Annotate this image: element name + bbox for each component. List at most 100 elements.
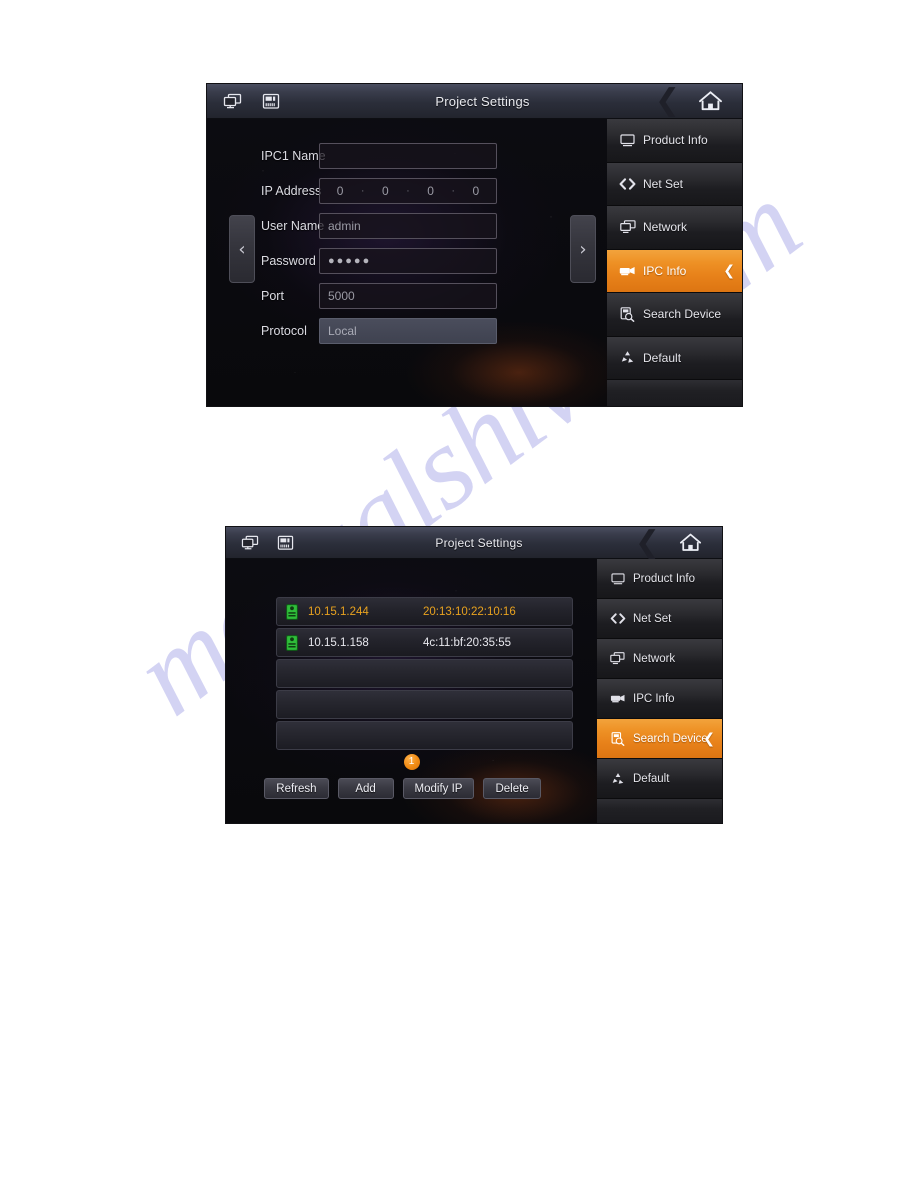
recycle-icon [619, 350, 636, 365]
home-icon[interactable] [678, 84, 742, 118]
search-device-icon [609, 731, 626, 746]
ip-octet-1[interactable]: 0 [337, 184, 344, 198]
sidebar-item-net-set[interactable]: Net Set [607, 162, 742, 206]
modify-ip-button[interactable]: Modify IP [402, 778, 475, 799]
sidebar-label: Default [633, 772, 670, 785]
device-ip: 10.15.1.158 [308, 636, 369, 649]
title-bar-right: ❮ [635, 527, 722, 558]
label-ip-address: IP Address [261, 183, 322, 198]
sidebar-item-ipc-info[interactable]: IPC Info ❮ [607, 249, 742, 293]
form-row-password: Password ●●●●● [207, 243, 607, 278]
title-bar-right: ❮ [655, 84, 742, 118]
label-password: Password [261, 253, 316, 268]
table-row[interactable]: 10.15.1.244 20:13:10:22:10:16 [276, 597, 573, 626]
device-screenshot-search-device: Project Settings ❮ 10.15.1.244 20:13:10:… [226, 527, 722, 823]
sidebar-label: Network [643, 220, 688, 235]
form-row-user-name: User Name admin [207, 208, 607, 243]
ip-octet-4[interactable]: 0 [473, 184, 480, 198]
network-icon [619, 220, 636, 235]
form-row-ipc-name: IPC1 Name [207, 138, 607, 173]
page-title: Project Settings [435, 535, 523, 550]
camera-icon [609, 691, 626, 706]
device-online-icon [286, 603, 298, 620]
prev-page-button[interactable]: ‹ [229, 215, 255, 283]
sidebar-item-product-info[interactable]: Product Info [607, 119, 742, 163]
form-row-ip-address: IP Address 0 · 0 · 0 · 0 [207, 173, 607, 208]
sidebar-label: IPC Info [643, 263, 687, 278]
device-ip: 10.15.1.244 [308, 605, 369, 618]
device-panel-icon[interactable] [255, 84, 287, 118]
sidebar-item-network[interactable]: Network [597, 639, 722, 679]
refresh-button[interactable]: Refresh [264, 778, 329, 799]
monitor-icon [609, 571, 626, 586]
port-input[interactable]: 5000 [319, 282, 497, 309]
chevron-left-icon: ❮ [654, 84, 680, 118]
sidebar-item-ipc-info[interactable]: IPC Info [597, 679, 722, 719]
sidebar-filler [597, 799, 722, 823]
page-root: manualshive.com Project Settings ❮ ‹ › I… [0, 0, 918, 1188]
sidebar-filler [607, 380, 742, 406]
ip-octet-2[interactable]: 0 [382, 184, 389, 198]
sidebar-item-search-device[interactable]: Search Device ❮ [597, 719, 722, 759]
device-online-icon [286, 634, 298, 651]
search-device-icon [619, 306, 636, 322]
page-title: Project Settings [435, 93, 530, 109]
code-brackets-icon [619, 176, 636, 191]
page-indicator[interactable]: 1 [403, 754, 420, 770]
table-row[interactable] [276, 690, 573, 719]
ip-address-input[interactable]: 0 · 0 · 0 · 0 [319, 177, 497, 204]
sidebar-item-search-device[interactable]: Search Device [607, 293, 742, 337]
sidebar-label: Search Device [643, 307, 722, 322]
password-masked-value: ●●●●● [328, 254, 372, 267]
sidebar-label: Search Device [633, 732, 708, 745]
panel-body: ‹ › IPC1 Name IP Address 0 · 0 · 0 · 0 U… [207, 119, 742, 406]
title-bar: Project Settings ❮ [207, 84, 742, 119]
network-icon [609, 651, 626, 666]
ipc-form-area: ‹ › IPC1 Name IP Address 0 · 0 · 0 · 0 U… [207, 119, 607, 406]
label-ipc-name: IPC1 Name [261, 148, 326, 163]
ip-separator: · [360, 184, 365, 197]
multi-screen-icon[interactable] [216, 84, 248, 118]
device-screenshot-ipc-info: Project Settings ❮ ‹ › IPC1 Name IP Addr… [207, 84, 742, 406]
sidebar-label: Network [633, 652, 676, 665]
table-row[interactable] [276, 721, 573, 750]
search-device-area: 10.15.1.244 20:13:10:22:10:16 10.15.1.15… [226, 559, 597, 823]
table-row[interactable] [276, 659, 573, 688]
device-panel-icon[interactable] [271, 527, 300, 558]
table-row[interactable]: 10.15.1.158 4c:11:bf:20:35:55 [276, 628, 573, 657]
form-row-port: Port 5000 [207, 278, 607, 313]
user-name-input[interactable]: admin [319, 212, 497, 239]
chevron-left-icon: ❮ [634, 527, 660, 560]
next-page-button[interactable]: › [570, 215, 596, 283]
form-row-protocol: Protocol Local [207, 313, 607, 348]
sidebar-label: Product Info [643, 133, 708, 148]
panel-body: 10.15.1.244 20:13:10:22:10:16 10.15.1.15… [226, 559, 722, 823]
sidebar-label: Net Set [633, 612, 672, 625]
device-mac: 20:13:10:22:10:16 [423, 605, 516, 618]
delete-button[interactable]: Delete [483, 778, 541, 799]
sidebar-item-default[interactable]: Default [607, 336, 742, 380]
ip-octet-3[interactable]: 0 [427, 184, 434, 198]
label-port: Port [261, 288, 284, 303]
sidebar-item-network[interactable]: Network [607, 206, 742, 250]
sidebar-label: Default [643, 350, 682, 365]
multi-screen-icon[interactable] [235, 527, 264, 558]
device-list: 10.15.1.244 20:13:10:22:10:16 10.15.1.15… [226, 559, 597, 750]
ip-separator: · [406, 184, 410, 197]
sidebar-item-product-info[interactable]: Product Info [597, 559, 722, 599]
ip-separator: · [451, 184, 456, 197]
ipc-name-input[interactable] [319, 142, 497, 169]
sidebar-item-default[interactable]: Default [597, 759, 722, 799]
label-protocol: Protocol [261, 323, 307, 338]
home-icon[interactable] [658, 527, 722, 558]
add-button[interactable]: Add [337, 778, 394, 799]
ip-octet-group: 0 · 0 · 0 · 0 [328, 184, 488, 198]
settings-sidebar: Product Info Net Set [607, 119, 742, 406]
sidebar-label: Product Info [633, 572, 696, 585]
chevron-left-icon: ❮ [703, 730, 715, 747]
code-brackets-icon [609, 611, 626, 626]
label-user-name: User Name [261, 218, 325, 233]
sidebar-item-net-set[interactable]: Net Set [597, 599, 722, 639]
password-input[interactable]: ●●●●● [319, 247, 497, 274]
protocol-select[interactable]: Local [319, 317, 497, 344]
